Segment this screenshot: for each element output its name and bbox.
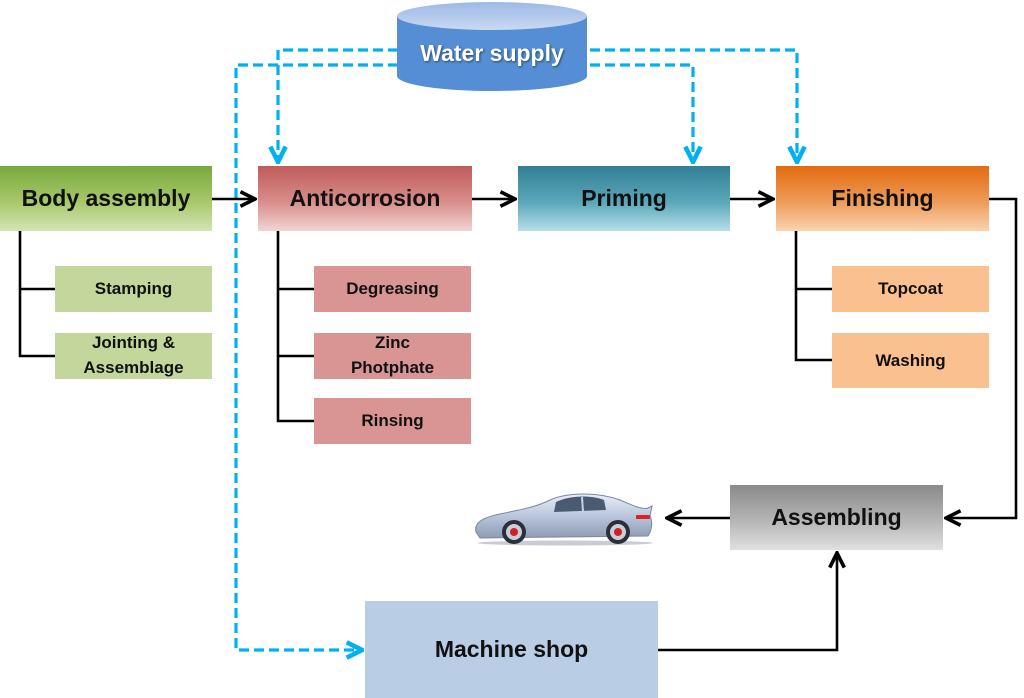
stage-assembling[interactable]: Assembling	[730, 485, 943, 550]
substep-degreasing[interactable]: Degreasing	[314, 266, 471, 312]
water-to-anticorrosion-line	[278, 48, 398, 162]
stage-body-assembly[interactable]: Body assembly	[0, 166, 212, 231]
stage-machine-shop[interactable]: Machine shop	[365, 601, 658, 698]
substep-topcoat[interactable]: Topcoat	[832, 266, 989, 312]
stage-label: Assembling	[771, 504, 902, 530]
substep-label: Jointing & Assemblage	[83, 333, 184, 377]
substep-rinsing[interactable]: Rinsing	[314, 398, 471, 444]
stage-finishing[interactable]: Finishing	[776, 166, 989, 231]
substep-label: Washing	[875, 350, 946, 370]
substep-label: Stamping	[94, 279, 173, 299]
substep-label: Degreasing	[346, 279, 439, 299]
stage-label: Body assembly	[21, 185, 191, 211]
stage-label: Finishing	[831, 185, 934, 211]
stage-label: Machine shop	[434, 636, 589, 662]
substep-jointing-assemblage[interactable]: Jointing & Assemblage	[55, 333, 212, 379]
body-assembly-tree	[18, 231, 55, 358]
stage-anticorrosion[interactable]: Anticorrosion	[258, 166, 472, 231]
stage-label: Anticorrosion	[289, 185, 441, 211]
substep-label: Topcoat	[878, 279, 943, 299]
anticorrosion-tree	[276, 231, 314, 423]
stage-priming[interactable]: Priming	[518, 166, 730, 231]
substep-zinc-phosphate[interactable]: Zinc Photphate	[314, 333, 471, 379]
finishing-tree	[794, 231, 832, 362]
water-to-priming-line	[590, 63, 693, 162]
car-icon	[475, 493, 653, 546]
substep-stamping[interactable]: Stamping	[55, 266, 212, 312]
substep-label: Zinc Photphate	[350, 333, 435, 377]
substep-label: Rinsing	[361, 411, 424, 431]
water-supply-label: Water supply	[420, 40, 564, 66]
stage-label: Priming	[581, 185, 667, 211]
arrow-machine-to-assembling	[658, 553, 837, 652]
substep-washing[interactable]: Washing	[832, 333, 989, 388]
